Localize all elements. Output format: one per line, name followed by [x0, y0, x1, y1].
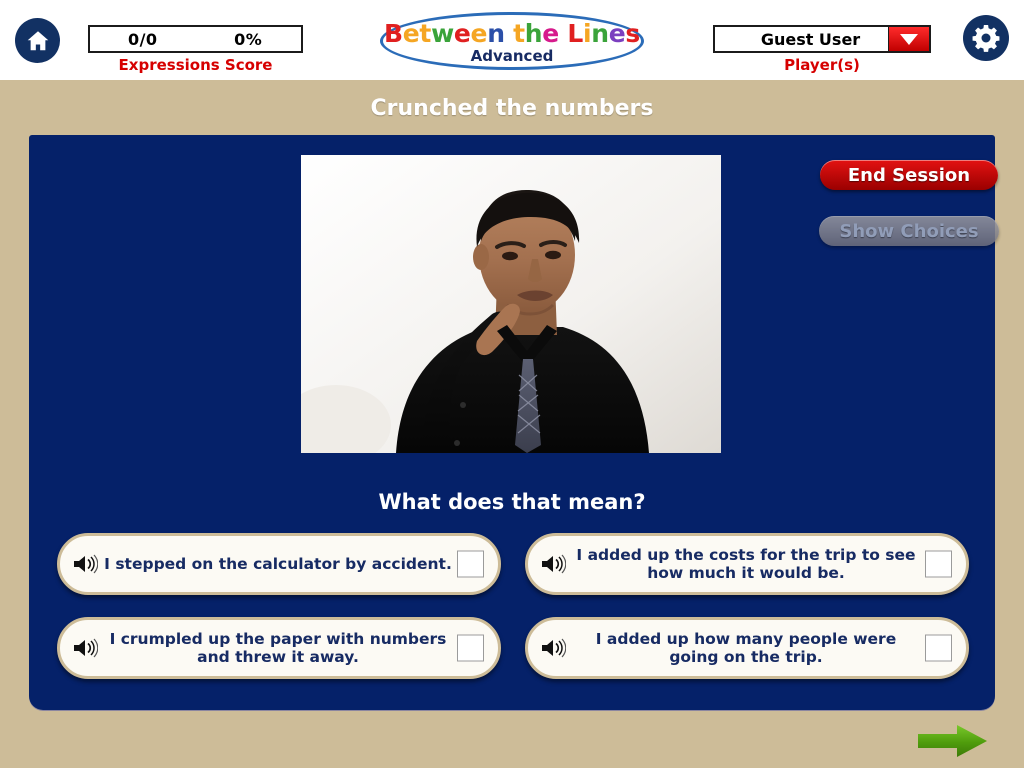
speaker-icon[interactable] [540, 553, 566, 575]
score-box: 0/0 0% [88, 25, 303, 53]
logo-title: Between the Lines [384, 19, 640, 48]
choice-option[interactable]: I added up the costs for the trip to see… [525, 533, 969, 595]
player-label: Player(s) [784, 56, 860, 74]
page-title: Crunched the numbers [370, 96, 654, 121]
player-dropdown[interactable]: Guest User [713, 25, 931, 53]
next-button[interactable] [915, 722, 990, 760]
expressions-score: 0/0 0% Expressions Score [88, 25, 303, 74]
home-icon[interactable] [15, 18, 60, 63]
speaker-icon[interactable] [540, 637, 566, 659]
choice-label: I crumpled up the paper with numbers and… [109, 629, 447, 666]
choice-list: I stepped on the calculator by accident.… [57, 533, 969, 679]
question-prompt: What does that mean? [378, 490, 646, 514]
end-session-button[interactable]: End Session [820, 160, 998, 190]
choice-option[interactable]: I stepped on the calculator by accident. [57, 533, 501, 595]
player-selector: Guest User Player(s) [713, 25, 931, 74]
choice-checkbox[interactable] [457, 634, 484, 662]
video-player[interactable] [301, 155, 721, 453]
logo-subtitle: Advanced [470, 47, 554, 65]
gear-icon[interactable] [963, 15, 1009, 61]
show-choices-button[interactable]: Show Choices [819, 216, 999, 246]
speaker-icon[interactable] [72, 637, 98, 659]
choice-label: I added up how many people were going on… [595, 629, 897, 666]
app-logo: Between the Lines Advanced [380, 12, 644, 70]
player-name: Guest User [760, 29, 861, 49]
choice-checkbox[interactable] [925, 634, 952, 662]
chevron-down-icon[interactable] [888, 27, 929, 51]
choice-option[interactable]: I added up how many people were going on… [525, 617, 969, 679]
speaker-icon[interactable] [72, 553, 98, 575]
application-window: 0/0 0% Expressions Score Between the Lin… [0, 0, 1024, 768]
choice-label: I added up the costs for the trip to see… [576, 545, 916, 582]
choice-label: I stepped on the calculator by accident. [104, 554, 452, 573]
score-percent: 0% [234, 29, 263, 49]
score-label: Expressions Score [118, 56, 273, 74]
choice-checkbox[interactable] [925, 550, 952, 578]
choice-checkbox[interactable] [457, 550, 484, 578]
app-header: 0/0 0% Expressions Score Between the Lin… [0, 0, 1024, 80]
choice-option[interactable]: I crumpled up the paper with numbers and… [57, 617, 501, 679]
score-fraction: 0/0 [127, 29, 158, 49]
activity-panel: End Session Show Choices What does that … [29, 135, 999, 710]
